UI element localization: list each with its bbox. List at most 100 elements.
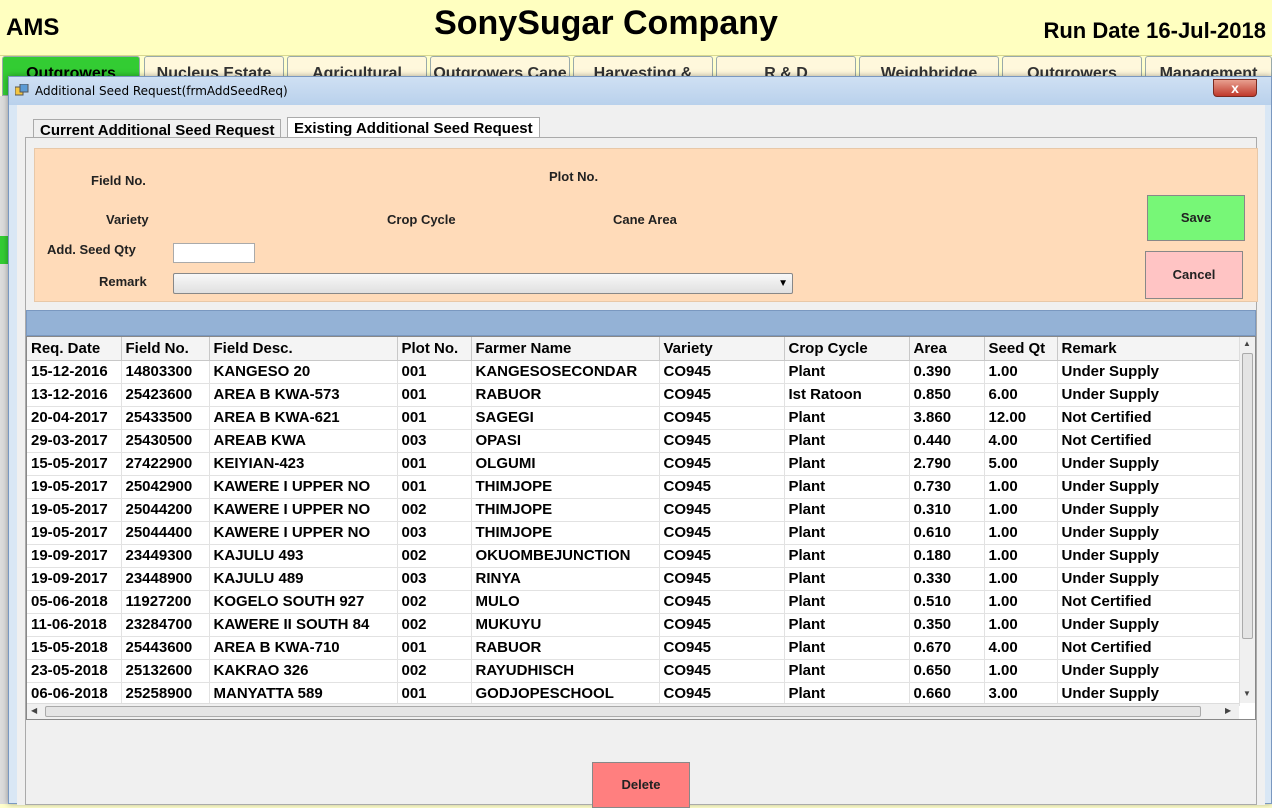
field-desc-cell: AREA B KWA-621 [209, 406, 398, 430]
scroll-right-icon[interactable]: ▶ [1225, 706, 1231, 715]
plot-no-cell: 003 [397, 567, 472, 591]
variety-cell: CO945 [659, 544, 785, 568]
field-desc-cell: KAJULU 493 [209, 544, 398, 568]
field-desc-cell: AREAB KWA [209, 429, 398, 453]
field-no-cell: 25443600 [121, 636, 210, 660]
column-header[interactable]: Req. Date [27, 337, 122, 361]
plot-no-cell: 002 [397, 659, 472, 683]
area-cell: 0.670 [909, 636, 985, 660]
req-date-cell: 20-04-2017 [27, 406, 122, 430]
column-header[interactable]: Field No. [121, 337, 210, 361]
remark-cell: Under Supply [1057, 521, 1240, 545]
table-row[interactable]: 11-06-2018 23284700 KAWERE II SOUTH 84 002 M… [27, 613, 1240, 637]
vertical-scroll-thumb[interactable] [1242, 353, 1253, 639]
dialog-titlebar[interactable]: Additional Seed Request(frmAddSeedReq) x [9, 77, 1271, 105]
table-row[interactable]: 19-05-2017 25044200 KAWERE I UPPER NO 002 TH… [27, 498, 1240, 522]
table-row[interactable]: 15-05-2018 25443600 AREA B KWA-710 001 RABUO… [27, 636, 1240, 660]
table-row[interactable]: 20-04-2017 25433500 AREA B KWA-621 001 SAGEG… [27, 406, 1240, 430]
column-header[interactable]: Plot No. [397, 337, 472, 361]
table-row[interactable]: 19-05-2017 25042900 KAWERE I UPPER NO 001 TH… [27, 475, 1240, 499]
scroll-up-icon[interactable]: ▲ [1243, 339, 1251, 348]
column-header[interactable]: Variety [659, 337, 785, 361]
table-row[interactable]: 06-06-2018 25258900 MANYATTA 589 001 GODJOPE… [27, 682, 1240, 706]
chevron-down-icon[interactable]: ▼ [778, 278, 788, 289]
column-header[interactable]: Farmer Name [471, 337, 660, 361]
column-header[interactable]: Crop Cycle [784, 337, 910, 361]
req-date-cell: 06-06-2018 [27, 682, 122, 706]
variety-cell: CO945 [659, 383, 785, 407]
horizontal-scroll-thumb[interactable] [45, 706, 1201, 717]
field-no-cell: 25044400 [121, 521, 210, 545]
column-header[interactable]: Seed Qt [984, 337, 1058, 361]
table-row[interactable]: 13-12-2016 25423600 AREA B KWA-573 001 RABUO… [27, 383, 1240, 407]
crop-cycle-cell: Plant [784, 590, 910, 614]
farmer-name-cell: RINYA [471, 567, 660, 591]
seed-qty-label: Add. Seed Qty [47, 242, 136, 257]
table-row[interactable]: 19-09-2017 23449300 KAJULU 493 002 OKUOMBEJU… [27, 544, 1240, 568]
table-row[interactable]: 19-09-2017 23448900 KAJULU 489 003 RINYA CO94… [27, 567, 1240, 591]
area-cell: 0.510 [909, 590, 985, 614]
req-date-cell: 29-03-2017 [27, 429, 122, 453]
table-row[interactable]: 05-06-2018 11927200 KOGELO SOUTH 927 002 MUL… [27, 590, 1240, 614]
field-no-cell: 23448900 [121, 567, 210, 591]
seed-qty-cell: 1.00 [984, 590, 1058, 614]
column-header[interactable]: Field Desc. [209, 337, 398, 361]
scroll-left-icon[interactable]: ◀ [31, 706, 37, 715]
remark-cell: Under Supply [1057, 682, 1240, 706]
area-cell: 0.610 [909, 521, 985, 545]
variety-cell: CO945 [659, 567, 785, 591]
variety-cell: CO945 [659, 360, 785, 384]
table-row[interactable]: 23-05-2018 25132600 KAKRAO 326 002 RAYUDHISC… [27, 659, 1240, 683]
scroll-down-icon[interactable]: ▼ [1243, 689, 1251, 698]
seed-qty-cell: 1.00 [984, 475, 1058, 499]
remark-cell: Under Supply [1057, 544, 1240, 568]
field-desc-cell: KAKRAO 326 [209, 659, 398, 683]
area-cell: 0.660 [909, 682, 985, 706]
variety-cell: CO945 [659, 498, 785, 522]
table-row[interactable]: 29-03-2017 25430500 AREAB KWA 003 OPASI CO945… [27, 429, 1240, 453]
window-icon [15, 84, 29, 96]
req-date-cell: 19-09-2017 [27, 544, 122, 568]
field-no-label: Field No. [91, 173, 146, 188]
remark-cell: Under Supply [1057, 475, 1240, 499]
seed-request-grid[interactable]: Req. Date Field No. Field Desc. Plot No.… [26, 336, 1256, 720]
farmer-name-cell: THIMJOPE [471, 521, 660, 545]
column-header[interactable]: Area [909, 337, 985, 361]
variety-cell: CO945 [659, 590, 785, 614]
seed-qty-cell: 1.00 [984, 567, 1058, 591]
table-row[interactable]: 15-05-2017 27422900 KEIYIAN-423 001 OLGUMI CO… [27, 452, 1240, 476]
seed-request-table: Req. Date Field No. Field Desc. Plot No.… [27, 337, 1240, 706]
seed-qty-cell: 6.00 [984, 383, 1058, 407]
vertical-scrollbar[interactable]: ▲ ▼ [1239, 337, 1255, 703]
crop-cycle-cell: Plant [784, 521, 910, 545]
horizontal-scrollbar[interactable]: ◀ ▶ [27, 703, 1239, 719]
seed-qty-cell: 12.00 [984, 406, 1058, 430]
farmer-name-cell: OKUOMBEJUNCTION [471, 544, 660, 568]
plot-no-cell: 002 [397, 590, 472, 614]
crop-cycle-cell: Plant [784, 682, 910, 706]
variety-cell: CO945 [659, 475, 785, 499]
remark-cell: Under Supply [1057, 498, 1240, 522]
column-header[interactable]: Remark [1057, 337, 1240, 361]
variety-cell: CO945 [659, 452, 785, 476]
crop-cycle-cell: Plant [784, 613, 910, 637]
remark-dropdown[interactable]: ▼ [173, 273, 793, 294]
seed-qty-input[interactable] [173, 243, 255, 263]
cancel-button[interactable]: Cancel [1145, 251, 1243, 299]
seed-qty-cell: 4.00 [984, 636, 1058, 660]
req-date-cell: 05-06-2018 [27, 590, 122, 614]
delete-button[interactable]: Delete [592, 762, 690, 808]
close-button[interactable]: x [1213, 79, 1257, 97]
field-no-cell: 25132600 [121, 659, 210, 683]
area-cell: 2.790 [909, 452, 985, 476]
area-cell: 0.350 [909, 613, 985, 637]
run-date: Run Date 16-Jul-2018 [1043, 18, 1266, 43]
save-button[interactable]: Save [1147, 195, 1245, 241]
area-cell: 0.390 [909, 360, 985, 384]
additional-seed-request-dialog: Additional Seed Request(frmAddSeedReq) x… [8, 76, 1272, 808]
field-desc-cell: KAWERE I UPPER NO [209, 521, 398, 545]
table-row[interactable]: 15-12-2016 14803300 KANGESO 20 001 KANGESOSE… [27, 360, 1240, 384]
table-row[interactable]: 19-05-2017 25044400 KAWERE I UPPER NO 003 TH… [27, 521, 1240, 545]
crop-cycle-label: Crop Cycle [387, 212, 456, 227]
crop-cycle-cell: Plant [784, 659, 910, 683]
